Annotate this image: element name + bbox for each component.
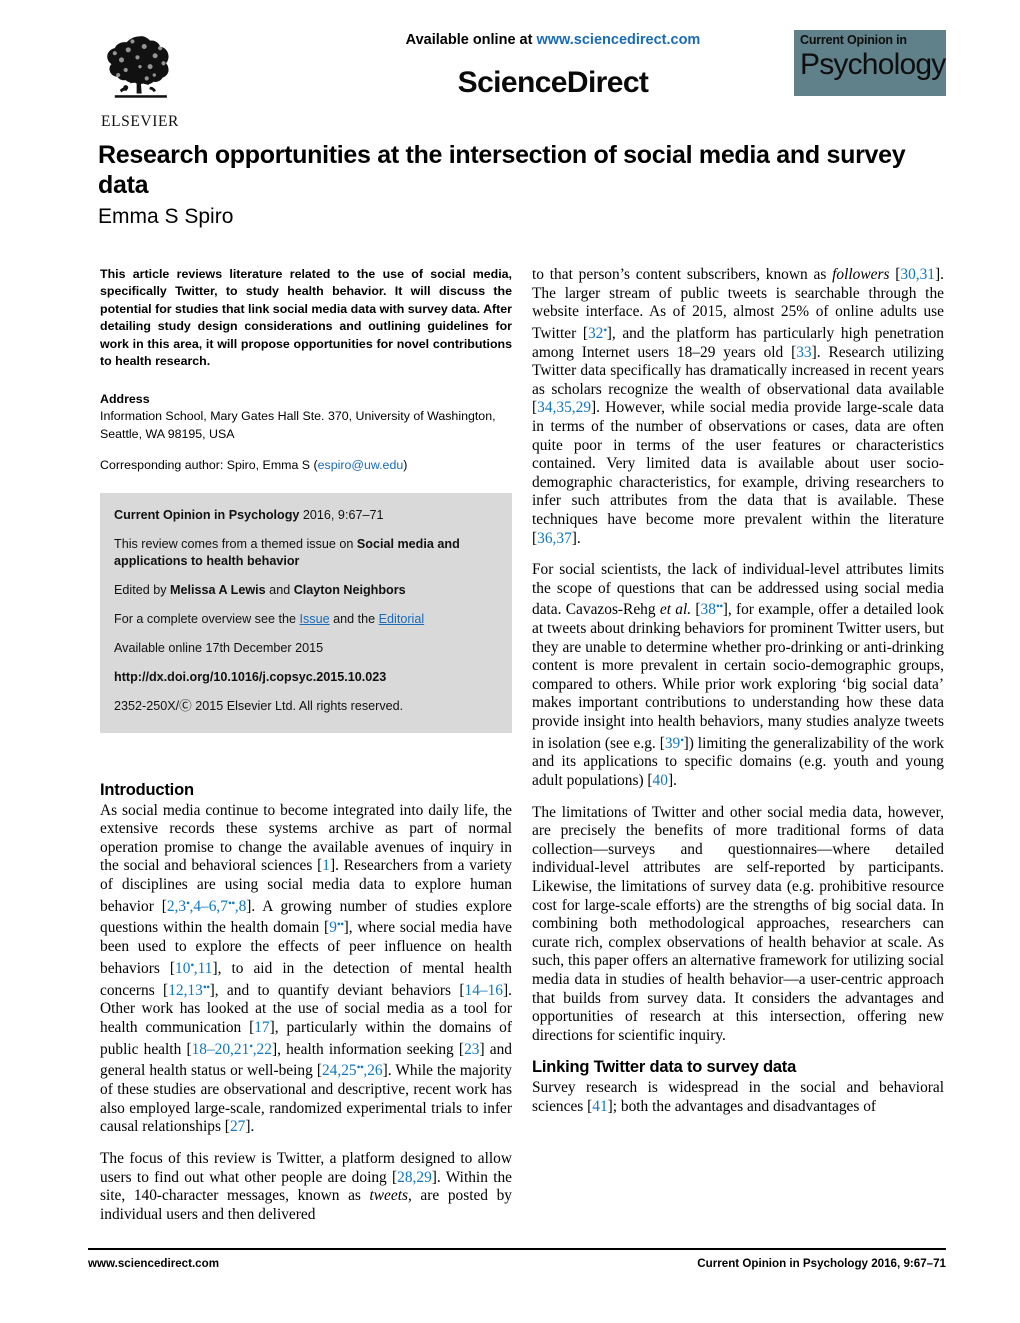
- right-paragraph-1: to that person’s content subscribers, kn…: [532, 266, 945, 547]
- elsevier-tree-icon: [107, 36, 169, 98]
- citation-ref[interactable]: ,22: [253, 1041, 272, 1058]
- corresponding-prefix: Corresponding author: Spiro, Emma S (: [100, 458, 318, 473]
- journal-logo-name: Psychology: [800, 48, 946, 81]
- citation-ref[interactable]: 12,13: [168, 982, 203, 999]
- address-body: Information School, Mary Gates Hall Ste.…: [100, 409, 496, 441]
- citation-ref[interactable]: 34,35,29: [537, 399, 591, 416]
- address-heading: Address: [100, 392, 150, 407]
- elsevier-wordmark: ELSEVIER: [101, 113, 179, 130]
- section-heading-linking: Linking Twitter data to survey data: [532, 1058, 797, 1077]
- editorial-link[interactable]: Editorial: [379, 612, 425, 626]
- copyright-text: 2015 Elsevier Ltd. All rights reserved.: [191, 698, 404, 713]
- citation-ref[interactable]: ,4–6,7: [190, 898, 228, 915]
- citation-ref[interactable]: 39: [665, 735, 680, 752]
- editor-two: Clayton Neighbors: [293, 582, 406, 597]
- overview-mid: and the: [329, 611, 379, 626]
- corresponding-email-link[interactable]: espiro@uw.edu: [318, 458, 404, 472]
- footer-row: www.sciencedirect.com Current Opinion in…: [88, 1257, 946, 1270]
- overview-prefix: For a complete overview see the: [114, 611, 300, 626]
- doi-link[interactable]: http://dx.doi.org/10.1016/j.copsyc.2015.…: [114, 669, 498, 686]
- citation-ref[interactable]: 24,25: [322, 1063, 357, 1080]
- citation-ref[interactable]: 36,37: [537, 530, 572, 547]
- journal-citation-volume: 2016, 9:67–71: [299, 507, 384, 522]
- footer-journal-name: Current Opinion in Psychology: [697, 1257, 868, 1270]
- citation-ref[interactable]: 10: [175, 960, 190, 977]
- themed-issue-line: This review comes from a themed issue on…: [114, 536, 498, 570]
- citation-ref[interactable]: 1: [322, 857, 330, 874]
- journal-citation: Current Opinion in Psychology 2016, 9:67…: [114, 507, 498, 524]
- journal-citation-name: Current Opinion in Psychology: [114, 507, 300, 522]
- copyright-symbol: Ⓒ: [179, 698, 192, 713]
- citation-ref[interactable]: 2,3: [167, 898, 186, 915]
- page-title: Research opportunities at the intersecti…: [98, 141, 906, 199]
- citation-ref[interactable]: ,26: [363, 1063, 382, 1080]
- masthead: ELSEVIER Available online at www.science…: [88, 24, 946, 136]
- issn: 2352-250X/: [114, 698, 180, 713]
- citation-ref[interactable]: 28,29: [397, 1169, 432, 1186]
- corresponding-author: Corresponding author: Spiro, Emma S (esp…: [100, 457, 512, 474]
- citation-ref[interactable]: 32: [588, 325, 603, 342]
- article-author: Emma S Spiro: [98, 205, 234, 228]
- right-paragraph-4: Survey research is widespread in the soc…: [532, 1079, 944, 1115]
- citation-ref[interactable]: 9: [329, 920, 337, 937]
- journal-logo: Current Opinion in Psychology: [794, 30, 946, 96]
- sciencedirect-wordmark: ScienceDirect: [457, 66, 649, 99]
- citation-ref[interactable]: 40: [653, 772, 668, 789]
- citation-ref[interactable]: ,11: [194, 960, 213, 977]
- citation-ref[interactable]: 23: [464, 1041, 479, 1058]
- footer-citation: Current Opinion in Psychology 2016, 9:67…: [697, 1257, 946, 1270]
- right-paragraph-3: The limitations of Twitter and other soc…: [532, 803, 944, 1044]
- citation-ref[interactable]: 27: [230, 1118, 245, 1135]
- issue-link[interactable]: Issue: [300, 612, 330, 626]
- citation-ref[interactable]: ••: [203, 982, 210, 994]
- footer-journal-volume: 2016, 9:67–71: [867, 1257, 946, 1270]
- citation-ref[interactable]: ••: [228, 898, 235, 910]
- citation-ref[interactable]: ••: [716, 601, 723, 613]
- edited-by-prefix: Edited by: [114, 582, 171, 597]
- journal-metadata-box: Current Opinion in Psychology 2016, 9:67…: [100, 492, 512, 733]
- citation-ref[interactable]: 14–16: [465, 982, 503, 999]
- available-online-line: Available online at www.sciencedirect.co…: [288, 32, 818, 48]
- footer-divider: [88, 1248, 946, 1250]
- page-footer: www.sciencedirect.com Current Opinion in…: [88, 1248, 946, 1270]
- intro-paragraph-1: As social media continue to become integ…: [100, 801, 513, 1136]
- left-column: This article reviews literature related …: [100, 266, 512, 1224]
- elsevier-logo: ELSEVIER: [88, 28, 192, 131]
- available-online-date: Available online 17th December 2015: [114, 640, 324, 655]
- citation-ref[interactable]: 30,31: [900, 266, 935, 283]
- corresponding-suffix: ): [403, 458, 408, 473]
- title-block: Research opportunities at the intersecti…: [98, 140, 944, 230]
- abstract-text: This article reviews literature related …: [100, 267, 512, 369]
- edited-by-line: Edited by Melissa A Lewis and Clayton Ne…: [114, 582, 498, 599]
- citation-ref[interactable]: 41: [592, 1098, 607, 1115]
- citation-ref[interactable]: 38: [701, 602, 716, 619]
- paper-page: ELSEVIER Available online at www.science…: [0, 0, 1020, 1323]
- editor-one: Melissa A Lewis: [170, 582, 266, 597]
- edited-by-joiner: and: [265, 582, 294, 597]
- copyright-line: 2352-250X/Ⓒ 2015 Elsevier Ltd. All right…: [114, 698, 498, 715]
- intro-paragraph-2: The focus of this review is Twitter, a p…: [100, 1149, 512, 1223]
- right-paragraph-2: For social scientists, the lack of indiv…: [532, 561, 944, 790]
- journal-logo-series: Current Opinion in: [800, 33, 907, 47]
- citation-ref[interactable]: 33: [796, 344, 811, 361]
- themed-issue-prefix: This review comes from a themed issue on: [114, 536, 357, 551]
- citation-ref[interactable]: 17: [254, 1019, 269, 1036]
- section-heading-introduction: Introduction: [100, 780, 194, 799]
- overview-line: For a complete overview see the Issue an…: [114, 611, 498, 628]
- citation-ref[interactable]: ,8: [235, 898, 247, 915]
- available-online-prefix: Available online at: [405, 32, 537, 48]
- footer-sciencedirect-url[interactable]: www.sciencedirect.com: [88, 1257, 219, 1270]
- sciencedirect-block: Available online at www.sciencedirect.co…: [288, 32, 818, 100]
- citation-ref[interactable]: 18–20,21: [192, 1041, 250, 1058]
- citation-ref[interactable]: ••: [337, 919, 344, 931]
- sciencedirect-url-link[interactable]: www.sciencedirect.com: [536, 32, 700, 48]
- right-column: to that person’s content subscribers, kn…: [532, 266, 944, 1117]
